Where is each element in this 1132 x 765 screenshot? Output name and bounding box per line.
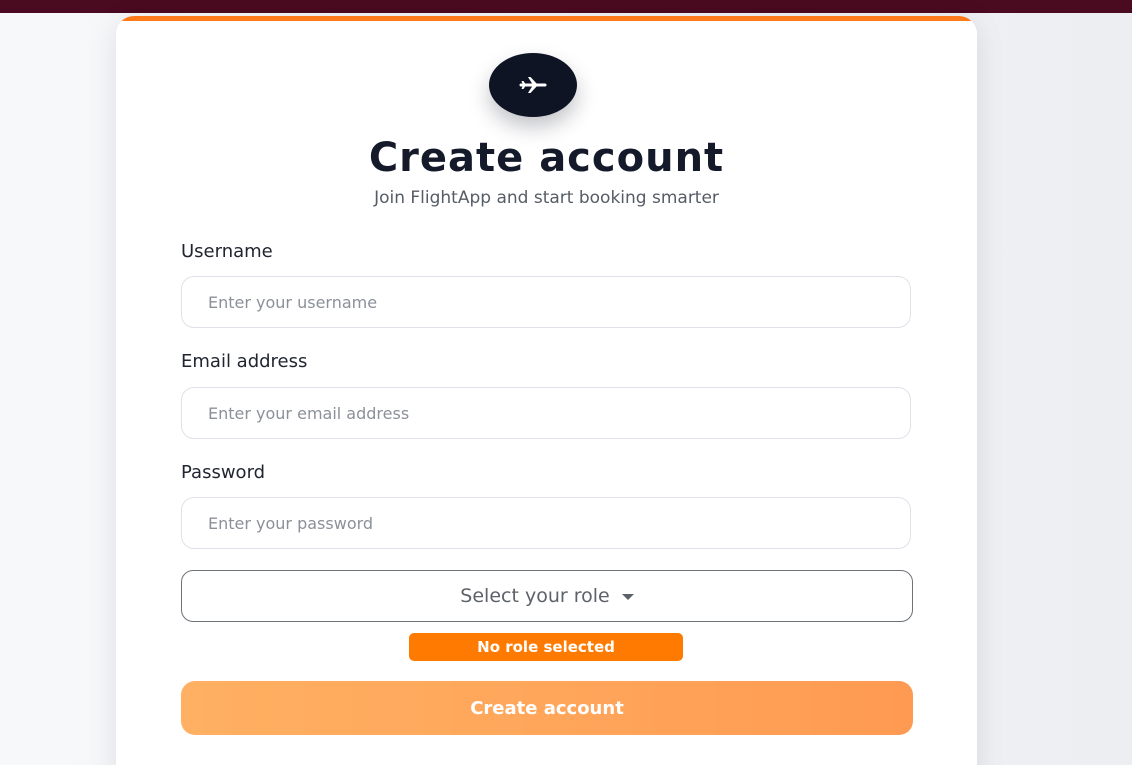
role-select-dropdown[interactable]: Select your role — [181, 570, 913, 622]
page-title: Create account — [368, 135, 725, 181]
airplane-icon — [519, 77, 547, 93]
username-input[interactable] — [181, 276, 911, 328]
role-status-badge: No role selected — [409, 633, 683, 661]
top-bar — [0, 0, 1132, 13]
signup-card: Create account Join FlightApp and start … — [116, 16, 977, 765]
logo-badge — [489, 53, 577, 117]
page: Create account Join FlightApp and start … — [0, 0, 1132, 765]
password-input[interactable] — [181, 497, 911, 549]
card-accent-bar — [116, 16, 977, 21]
role-select-label: Select your role — [460, 585, 610, 607]
email-label: Email address — [181, 351, 308, 372]
password-label: Password — [181, 462, 266, 483]
create-account-button[interactable]: Create account — [181, 681, 913, 735]
caret-down-icon — [621, 594, 634, 600]
email-input[interactable] — [181, 387, 911, 439]
username-label: Username — [181, 241, 273, 262]
page-subtitle: Join FlightApp and start booking smarter — [374, 188, 719, 208]
